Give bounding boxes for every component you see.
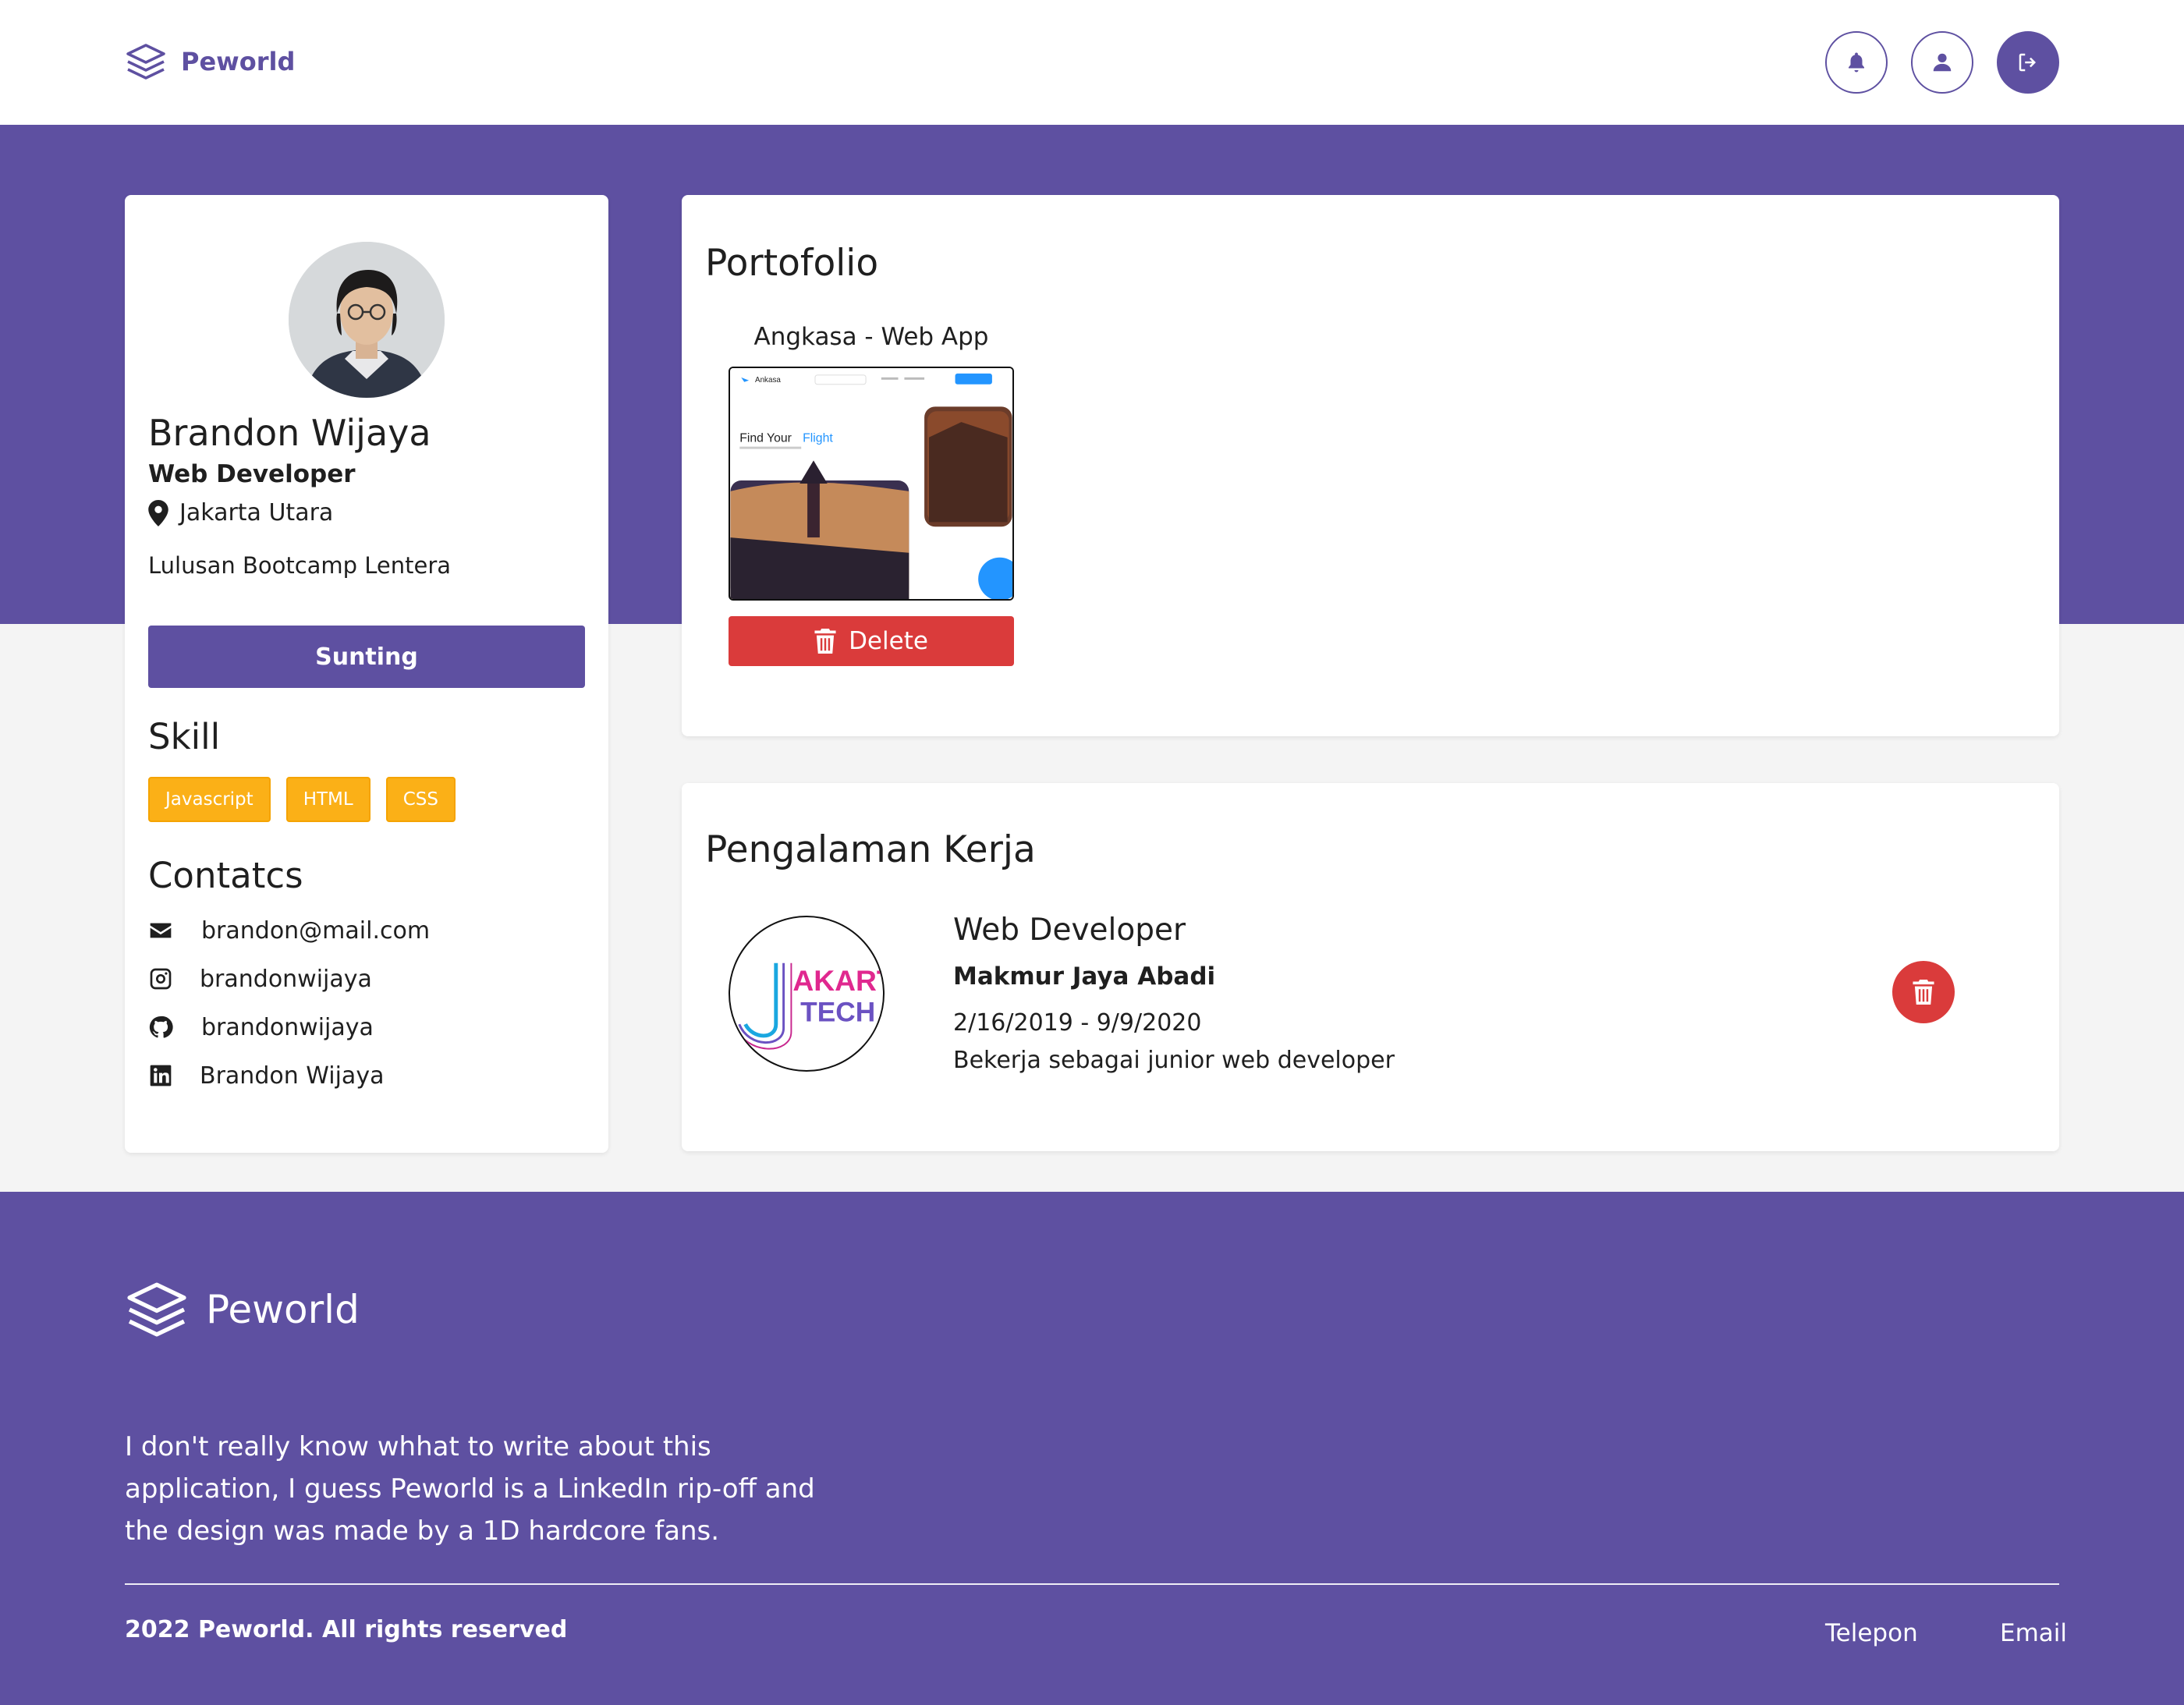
peworld-logo-icon [127,1282,186,1337]
trash-icon [1913,980,1934,1005]
location-text: Jakarta Utara [179,499,334,526]
contact-text: Brandon Wijaya [200,1062,385,1090]
top-navbar: Peworld [0,0,2184,125]
contact-text: brandonwijaya [201,1013,374,1041]
shot-app-name: Ankasa [755,376,781,385]
footer-brand[interactable]: Peworld [125,1278,360,1342]
map-pin-icon [148,499,168,526]
contacts-title: Contatcs [148,855,303,896]
footer-link-telepon[interactable]: Telepon [1825,1619,1918,1647]
edit-profile-button[interactable]: Sunting [148,626,585,688]
contact-text: brandon@mail.com [201,916,431,945]
experience-title: Pengalaman Kerja [705,828,1036,871]
experience-dates: 2/16/2019 - 9/9/2020 [953,1009,1202,1037]
notification-button[interactable] [1825,31,1888,94]
portfolio-title: Portofolio [705,242,879,285]
company-logo: AKARTA TECH [729,916,885,1072]
experience-position: Web Developer [953,913,1186,948]
footer-about: I don't really know whhat to write about… [125,1431,815,1547]
skill-badge: CSS [385,777,456,822]
logo-text-bottom: TECH [800,997,875,1027]
avatar [289,242,445,398]
skill-badge: Javascript [148,777,271,822]
skill-badge: HTML [285,777,370,822]
profile-button[interactable] [1911,31,1973,94]
footer-link-email[interactable]: Email [2000,1619,2067,1647]
profile-role: Web Developer [148,460,356,488]
profile-card: Brandon Wijaya Web Developer Jakarta Uta… [125,195,608,1153]
portfolio-item-title: Angkasa - Web App [753,323,989,351]
portfolio-card: Portofolio Angkasa - Web App Ankasa Find… [682,195,2059,736]
portfolio-screenshot: Ankasa Find Your Flight [730,368,1012,599]
shot-headline: Find Your [739,432,792,445]
header-brand[interactable]: Peworld [125,41,295,83]
profile-description: Lulusan Bootcamp Lentera [148,552,452,579]
bell-icon [1849,52,1864,73]
profile-name: Brandon Wijaya [148,412,431,454]
footer-brand-name: Peworld [206,1287,360,1332]
contact-instagram[interactable]: brandonwijaya [148,955,430,1003]
github-icon [149,1016,173,1038]
delete-label: Delete [849,627,928,655]
shot-headline-accent: Flight [803,432,833,445]
skill-list: Javascript HTML CSS [148,777,456,822]
experience-company: Makmur Jaya Abadi [953,962,1216,991]
delete-portfolio-button[interactable]: Delete [729,616,1014,666]
footer: Peworld I don't really know whhat to wri… [0,1192,2184,1705]
contact-list: brandon@mail.com brandonwijaya brandonwi… [148,906,430,1100]
avatar-photo [289,242,445,398]
linkedin-icon [150,1065,172,1086]
delete-experience-button[interactable] [1892,961,1955,1023]
experience-card: Pengalaman Kerja AKARTA TECH Web Develop… [682,783,2059,1151]
contact-text: brandonwijaya [200,965,372,993]
contact-github[interactable]: brandonwijaya [148,1003,430,1051]
experience-description: Bekerja sebagai junior web developer [953,1047,1395,1074]
skill-title: Skill [148,716,221,757]
contact-email[interactable]: brandon@mail.com [148,906,430,955]
profile-location: Jakarta Utara [148,499,333,526]
logout-icon [2019,53,2036,72]
user-icon [1933,53,1952,72]
logo-text-top: AKARTA [792,964,883,997]
jakarta-tech-logo: AKARTA TECH [733,962,883,1050]
mail-icon [150,923,172,938]
logout-button[interactable] [1997,31,2059,94]
trash-icon [814,629,836,654]
footer-copyright: 2022 Peworld. All rights reserved [125,1616,568,1643]
portfolio-thumbnail[interactable]: Ankasa Find Your Flight [729,367,1014,601]
footer-divider [125,1583,2059,1585]
peworld-logo-icon [126,44,165,80]
brand-name: Peworld [181,47,296,76]
instagram-icon [150,968,172,990]
contact-linkedin[interactable]: Brandon Wijaya [148,1051,430,1100]
